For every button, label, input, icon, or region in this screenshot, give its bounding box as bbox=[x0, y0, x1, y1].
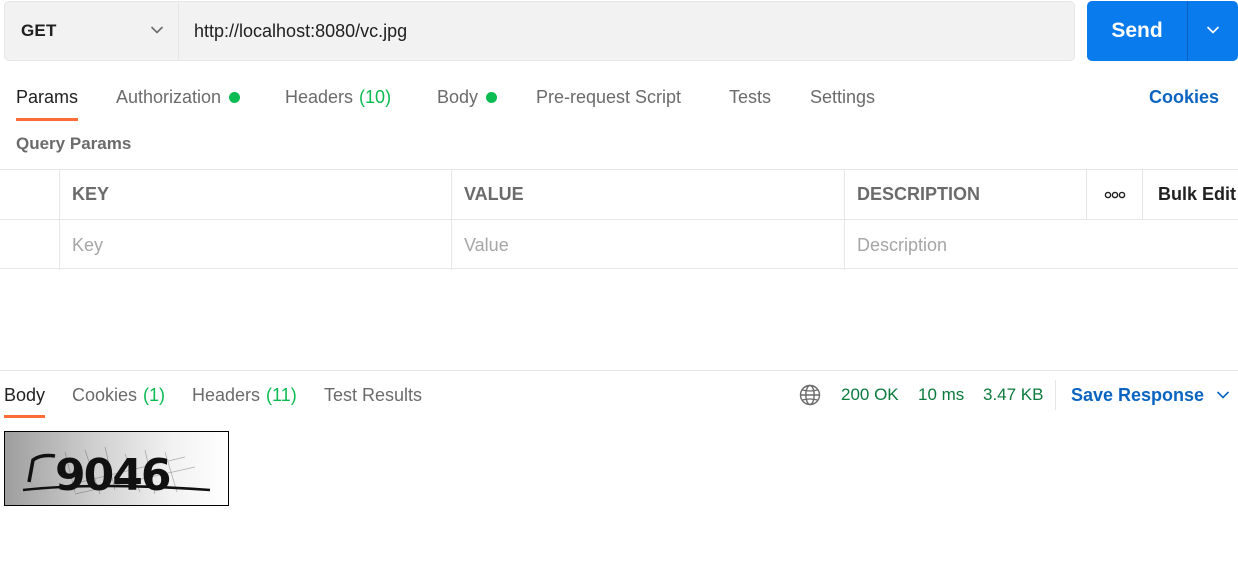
toolbar-divider bbox=[1055, 380, 1056, 410]
chevron-down-icon bbox=[1206, 22, 1220, 40]
tab-label: Cookies bbox=[72, 384, 138, 405]
column-header-key: KEY bbox=[59, 170, 452, 219]
row-select-column bbox=[0, 170, 60, 219]
response-tab-headers[interactable]: Headers (11) bbox=[192, 371, 297, 419]
value-cell bbox=[451, 220, 845, 270]
send-options-button[interactable] bbox=[1187, 1, 1238, 61]
tab-label: Tests bbox=[729, 86, 772, 107]
status-code[interactable]: 200 OK bbox=[841, 371, 899, 419]
bulk-edit-button[interactable]: Bulk Edit bbox=[1142, 170, 1238, 219]
active-tab-indicator bbox=[4, 415, 46, 418]
cookies-link[interactable]: Cookies bbox=[1149, 72, 1219, 122]
tab-tests[interactable]: Tests bbox=[729, 72, 771, 122]
tab-label: Test Results bbox=[324, 384, 423, 405]
method-select[interactable]: GET bbox=[5, 2, 179, 60]
network-globe-icon[interactable] bbox=[799, 371, 821, 419]
description-cell bbox=[844, 220, 1238, 270]
send-button[interactable]: Send bbox=[1087, 1, 1187, 61]
tab-count: (1) bbox=[143, 384, 166, 405]
tab-count: (10) bbox=[359, 86, 392, 107]
captcha-image: 9046 bbox=[4, 431, 229, 506]
response-tab-test-results[interactable]: Test Results bbox=[324, 371, 422, 419]
status-dot-icon bbox=[229, 91, 241, 103]
tab-pre-request-script[interactable]: Pre-request Script bbox=[536, 72, 681, 122]
response-time[interactable]: 10 ms bbox=[918, 371, 964, 419]
table-row bbox=[0, 220, 1238, 270]
send-button-group: Send bbox=[1087, 1, 1238, 61]
tab-headers[interactable]: Headers (10) bbox=[285, 72, 391, 122]
tab-settings[interactable]: Settings bbox=[810, 72, 875, 122]
response-tab-body[interactable]: Body bbox=[4, 371, 46, 419]
response-size[interactable]: 3.47 KB bbox=[983, 371, 1044, 419]
request-tabs: Params Authorization Headers (10) Body P… bbox=[0, 72, 1238, 122]
tab-label: Headers bbox=[285, 86, 354, 107]
tab-authorization[interactable]: Authorization bbox=[116, 72, 241, 122]
tab-body[interactable]: Body bbox=[437, 72, 498, 122]
response-tab-cookies[interactable]: Cookies (1) bbox=[72, 371, 165, 419]
tab-label: Headers bbox=[192, 384, 261, 405]
active-tab-indicator bbox=[16, 118, 79, 121]
params-table: KEY VALUE DESCRIPTION Bulk Edit bbox=[0, 169, 1238, 270]
tab-count: (11) bbox=[266, 384, 297, 405]
captcha-text: 9046 bbox=[55, 450, 170, 501]
url-input[interactable] bbox=[179, 2, 1074, 60]
chevron-down-icon bbox=[150, 22, 164, 40]
more-options-button[interactable] bbox=[1086, 170, 1143, 219]
url-bar: GET bbox=[4, 1, 1075, 61]
tab-label: Authorization bbox=[116, 86, 222, 107]
key-input[interactable] bbox=[72, 234, 442, 256]
value-input[interactable] bbox=[464, 234, 835, 256]
query-params-title: Query Params bbox=[16, 134, 132, 153]
tab-label: Settings bbox=[810, 86, 876, 107]
tab-label: Body bbox=[4, 384, 46, 405]
save-response-button[interactable]: Save Response bbox=[1071, 371, 1230, 419]
tab-label: Body bbox=[437, 86, 479, 107]
column-header-description: DESCRIPTION bbox=[844, 170, 1087, 219]
table-header-row: KEY VALUE DESCRIPTION Bulk Edit bbox=[0, 170, 1238, 220]
column-header-value: VALUE bbox=[451, 170, 845, 219]
method-label: GET bbox=[21, 21, 57, 40]
chevron-down-icon bbox=[1216, 390, 1230, 400]
save-response-label: Save Response bbox=[1071, 384, 1205, 405]
tab-params[interactable]: Params bbox=[16, 72, 79, 122]
key-cell bbox=[59, 220, 452, 270]
status-dot-icon bbox=[486, 91, 498, 103]
tab-label: Params bbox=[16, 86, 79, 107]
row-select-column bbox=[0, 220, 60, 270]
description-input[interactable] bbox=[857, 234, 1228, 256]
tab-label: Pre-request Script bbox=[536, 86, 682, 107]
response-tabs: Body Cookies (1) Headers (11) Test Resul… bbox=[0, 371, 1238, 419]
more-icon bbox=[1104, 191, 1126, 198]
